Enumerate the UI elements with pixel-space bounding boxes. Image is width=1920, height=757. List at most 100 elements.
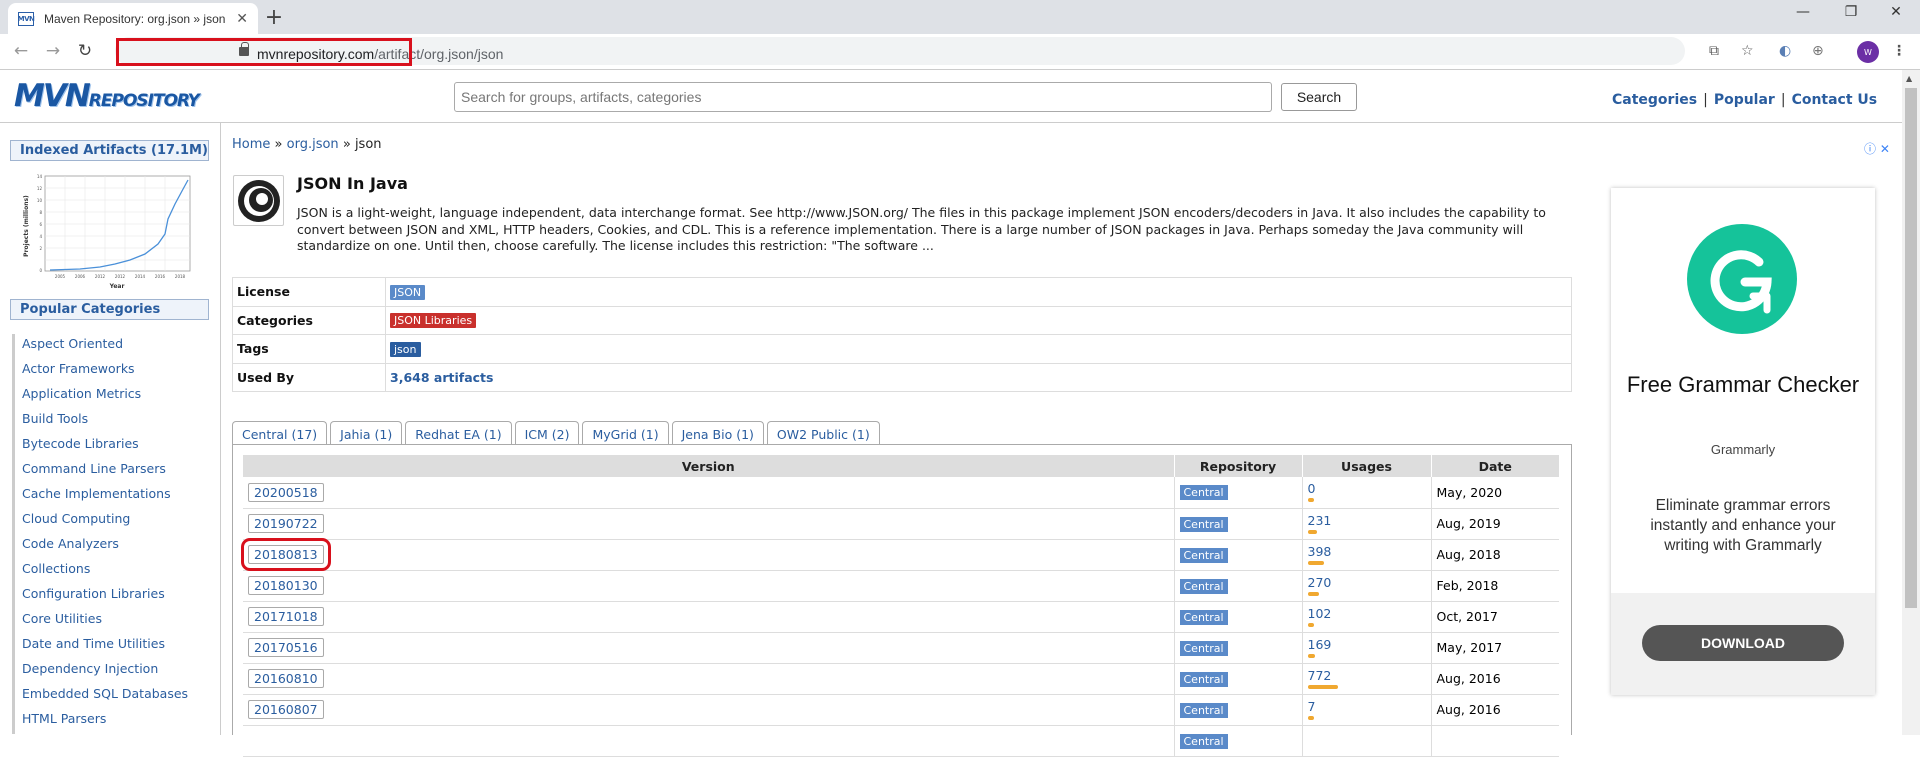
category-item[interactable]: Actor Frameworks [15,359,212,384]
popular-categories-heading[interactable]: Popular Categories [10,299,209,320]
close-window-icon[interactable]: ✕ [1876,4,1916,20]
usages-link[interactable]: 7 [1308,699,1426,714]
scroll-up-icon[interactable]: ▲ [1906,74,1912,83]
usages-link[interactable]: 398 [1308,544,1426,559]
category-item[interactable]: Collections [15,559,212,584]
repository-badge[interactable]: Central [1179,578,1228,594]
version-link[interactable]: 20190722 [248,514,324,533]
ad-info-close-icons[interactable]: ⓘ ✕ [1864,140,1890,157]
repository-badge[interactable]: Central [1179,671,1228,687]
bookmark-star-icon[interactable]: ☆ [1741,43,1754,59]
category-item[interactable]: Bytecode Libraries [15,434,212,459]
chart-ytick: 14 [37,174,43,179]
version-link[interactable]: 20160807 [248,700,324,719]
version-row: 20160810 Central 772 Aug, 2016 [243,663,1559,695]
repository-badge[interactable]: Central [1179,547,1228,563]
maximize-icon[interactable]: ❐ [1831,4,1871,20]
category-item[interactable]: Date and Time Utilities [15,634,212,659]
category-item[interactable]: Aspect Oriented [15,334,212,359]
version-link[interactable]: 20180130 [248,576,324,595]
profile-avatar[interactable]: W [1857,41,1879,63]
chart-ytick: 8 [39,210,42,215]
version-link[interactable]: 20160810 [248,669,324,688]
minimize-icon[interactable]: — [1783,4,1823,20]
repository-badge[interactable]: Central [1179,702,1228,718]
reload-icon[interactable]: ↻ [74,41,96,61]
tag-badge[interactable]: json [390,341,421,357]
category-item[interactable]: Configuration Libraries [15,584,212,609]
tab-central[interactable]: Central (17) [232,421,328,445]
version-link[interactable]: 20180813 [241,538,331,571]
repository-badge[interactable]: Central [1179,609,1228,625]
category-item[interactable]: Cache Implementations [15,484,212,509]
grammarly-ad[interactable]: Free Grammar Checker Grammarly Eliminate… [1611,188,1875,695]
tab-close-icon[interactable]: ✕ [236,11,248,27]
chart-xtick: 2018 [175,274,186,279]
breadcrumb-home[interactable]: Home [232,137,270,152]
categories-link[interactable]: Categories [1612,92,1697,108]
page-scrollbar[interactable]: ▲ [1902,70,1920,735]
extension-2-icon[interactable]: ⊕ [1812,43,1824,59]
version-cell: 20200518 [243,477,1174,509]
category-item[interactable]: Build Tools [15,409,212,434]
tab-redhat-ea[interactable]: Redhat EA (1) [405,421,512,445]
ad-text: Eliminate grammar errors instantly and e… [1650,497,1836,554]
back-icon[interactable]: ← [10,41,32,61]
tab-jahia[interactable]: Jahia (1) [330,421,403,445]
repository-badge[interactable]: Central [1179,516,1228,532]
menu-kebab-icon[interactable]: ⋮ [1892,43,1906,59]
category-item[interactable]: Cloud Computing [15,509,212,534]
tab-jena-bio[interactable]: Jena Bio (1) [671,421,764,445]
usages-link[interactable]: 0 [1308,482,1426,496]
category-item[interactable]: Application Metrics [15,384,212,409]
version-link[interactable]: 20171018 [248,607,324,626]
usages-link[interactable]: 102 [1308,606,1426,621]
chart-ytick: 4 [39,234,42,239]
translate-icon[interactable]: ⧉ [1709,43,1719,59]
forward-icon[interactable]: → [42,41,64,61]
version-link[interactable]: 20200518 [248,482,324,502]
new-tab-button[interactable]: + [262,5,286,30]
usages-link[interactable]: 270 [1308,575,1426,590]
info-row-usedby: Used By 3,648 artifacts [232,362,1572,392]
chart-xtick: 2006 [75,274,86,279]
category-item[interactable]: HTML Parsers [15,709,212,734]
repository-badge[interactable]: Central [1179,640,1228,656]
usage-bar [1307,622,1314,627]
usages-link[interactable]: 772 [1308,668,1426,683]
search-input[interactable] [454,82,1272,112]
category-item[interactable]: Code Analyzers [15,534,212,559]
usages-link[interactable]: 231 [1308,513,1426,528]
browser-tab[interactable]: MVN Maven Repository: org.json » json ✕ [8,3,258,34]
usedby-link[interactable]: 3,648 artifacts [390,370,493,385]
tab-icm[interactable]: ICM (2) [514,421,580,445]
version-link[interactable]: 20170516 [248,638,324,657]
tab-ow2-public[interactable]: OW2 Public (1) [766,421,880,445]
category-item[interactable]: Embedded SQL Databases [15,684,212,709]
usages-cell [1301,725,1431,757]
extension-icon[interactable]: ◐ [1779,43,1791,59]
repository-badge[interactable]: Central [1179,485,1228,501]
repository-badge[interactable]: Central [1179,733,1228,749]
tab-mygrid[interactable]: MyGrid (1) [582,421,669,445]
chart-ytick: 12 [37,186,43,191]
category-item[interactable]: Core Utilities [15,609,212,634]
version-cell: 20171018 [243,601,1174,633]
category-item[interactable]: Command Line Parsers [15,459,212,484]
chart-xtick: 2012 [95,274,106,279]
mvnrepository-logo[interactable]: MVNREPOSITORY [14,78,206,114]
popular-link[interactable]: Popular [1714,92,1775,108]
usages-cell: 102 [1301,601,1431,633]
category-badge[interactable]: JSON Libraries [390,313,477,329]
usage-bar [1307,529,1317,534]
contact-us-link[interactable]: Contact Us [1792,92,1878,108]
search-button[interactable]: Search [1281,83,1357,111]
breadcrumb-group[interactable]: org.json [287,137,339,152]
license-badge[interactable]: JSON [390,284,426,300]
ad-download-button[interactable]: DOWNLOAD [1642,625,1844,661]
category-item[interactable]: Dependency Injection [15,659,212,684]
scrollbar-thumb[interactable] [1905,88,1917,608]
chart-xtick: 2012 [115,274,126,279]
usages-link[interactable]: 169 [1308,637,1426,652]
indexed-artifacts-heading[interactable]: Indexed Artifacts (17.1M) [10,140,209,161]
